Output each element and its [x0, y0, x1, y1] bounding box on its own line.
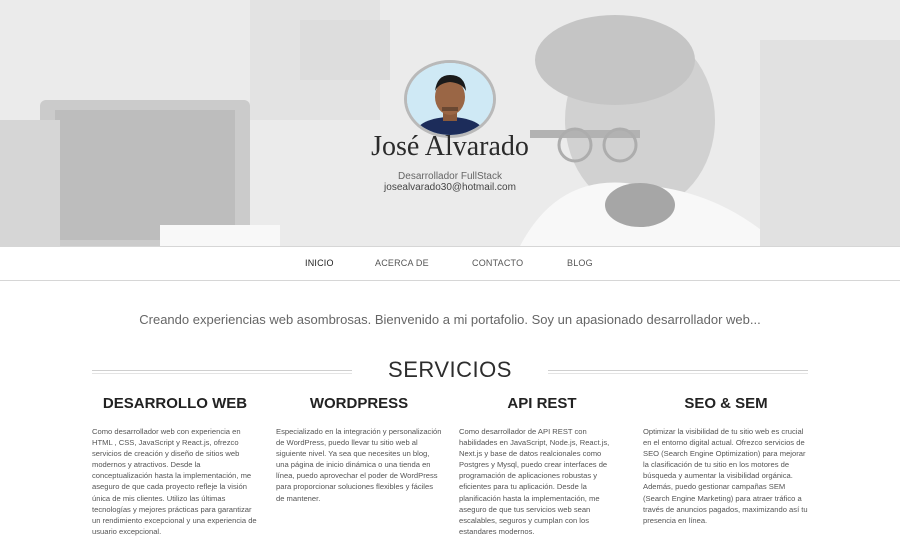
profile-photo-icon	[407, 63, 493, 135]
service-title: DESARROLLO WEB	[102, 395, 248, 412]
profile-email[interactable]: josealvarado30@hotmail.com	[0, 182, 900, 193]
avatar	[404, 60, 496, 138]
service-description: Optimizar la visibilidad de tu sitio web…	[643, 427, 808, 525]
service-title: WORDPRESS	[309, 395, 409, 412]
service-description: Como desarrollador web con experiencia e…	[92, 427, 257, 536]
service-title: API REST	[507, 395, 577, 412]
profile-role: Desarrollador FullStack	[398, 171, 502, 182]
service-description: Como desarrollador de API REST con habil…	[459, 427, 610, 536]
service-title: SEO & SEM	[684, 395, 768, 412]
service-card-api-rest: API REST Como desarrollador de API REST …	[459, 395, 625, 537]
profile-name: José Alvarado	[371, 131, 529, 162]
main-nav: INICIO ACERCA DE CONTACTO BLOG	[0, 246, 900, 281]
hero-banner: José Alvarado Desarrollador FullStack jo…	[0, 0, 900, 246]
intro-text: Creando experiencias web asombrosas. Bie…	[139, 312, 761, 327]
service-card-seo-sem: SEO & SEM Optimizar la visibilidad de tu…	[643, 395, 809, 526]
nav-item-inicio[interactable]: INICIO	[305, 258, 334, 268]
service-card-wordpress: WORDPRESS Especializado en la integració…	[276, 395, 442, 504]
service-description: Especializado en la integración y person…	[276, 427, 442, 503]
services-title: SERVICIOS	[388, 357, 512, 382]
nav-item-blog[interactable]: BLOG	[567, 258, 593, 268]
services-header: SERVICIOS	[92, 355, 808, 385]
service-card-desarrollo-web: DESARROLLO WEB Como desarrollador web co…	[92, 395, 258, 537]
nav-item-contacto[interactable]: CONTACTO	[472, 258, 523, 268]
nav-item-acerca-de[interactable]: ACERCA DE	[375, 258, 429, 268]
